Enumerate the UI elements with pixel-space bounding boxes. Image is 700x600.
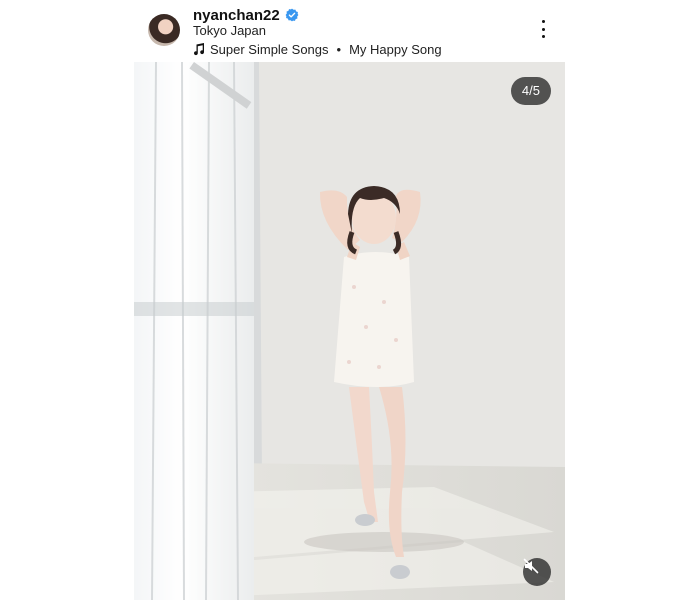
mute-button[interactable] (523, 558, 551, 586)
music-title: My Happy Song (349, 41, 442, 57)
username[interactable]: nyanchan22 (193, 7, 280, 24)
more-options-icon (541, 20, 545, 23)
music-artist: Super Simple Songs (210, 41, 329, 57)
photo-illustration (134, 62, 565, 600)
location-link[interactable]: Tokyo Japan (193, 23, 266, 38)
carousel-counter: 4/5 (510, 77, 551, 105)
post-image[interactable]: 4/5 (134, 62, 565, 600)
music-separator: • (336, 41, 342, 57)
more-options-button[interactable] (534, 18, 552, 40)
music-link[interactable]: Super Simple Songs • My Happy Song (193, 41, 442, 57)
username-row: nyanchan22 (193, 5, 299, 25)
post-header: nyanchan22 Tokyo Japan Super Simple Song… (0, 0, 700, 62)
music-note-icon (194, 42, 204, 55)
sound-off-icon (523, 558, 539, 574)
avatar[interactable] (148, 14, 180, 46)
verified-badge-icon (285, 8, 299, 22)
